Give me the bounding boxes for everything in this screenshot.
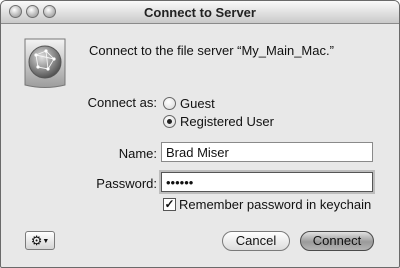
action-menu-button[interactable]: ⚙▼ (25, 231, 55, 250)
chevron-down-icon: ▼ (42, 238, 50, 246)
radio-guest[interactable]: Guest (163, 95, 215, 111)
name-field[interactable]: Brad Miser (161, 142, 373, 162)
password-field[interactable]: •••••• (161, 172, 373, 192)
connect-button[interactable]: Connect (300, 231, 374, 251)
cancel-button[interactable]: Cancel (222, 231, 290, 251)
remember-password-checkbox-row[interactable]: ✓ Remember password in keychain (163, 197, 371, 212)
dialog-message: Connect to the file server “My_Main_Mac.… (89, 43, 334, 58)
radio-registered-user-indicator[interactable] (163, 114, 176, 128)
title-bar: Connect to Server (1, 1, 399, 24)
connect-to-server-dialog: Connect to Server Connect to the file se… (0, 0, 400, 268)
window-title: Connect to Server (144, 5, 256, 20)
radio-registered-user-label: Registered User (180, 113, 274, 129)
remember-password-label: Remember password in keychain (179, 197, 372, 212)
gear-icon: ⚙ (30, 233, 43, 248)
connect-as-label: Connect as: (87, 95, 157, 110)
network-globe-icon (24, 38, 66, 88)
password-label: Password: (96, 176, 157, 191)
radio-registered-user[interactable]: Registered User (163, 113, 274, 129)
radio-guest-indicator[interactable] (163, 96, 176, 110)
name-label: Name: (118, 146, 157, 161)
radio-guest-label: Guest (180, 95, 215, 111)
checkmark-icon[interactable]: ✓ (163, 198, 176, 211)
